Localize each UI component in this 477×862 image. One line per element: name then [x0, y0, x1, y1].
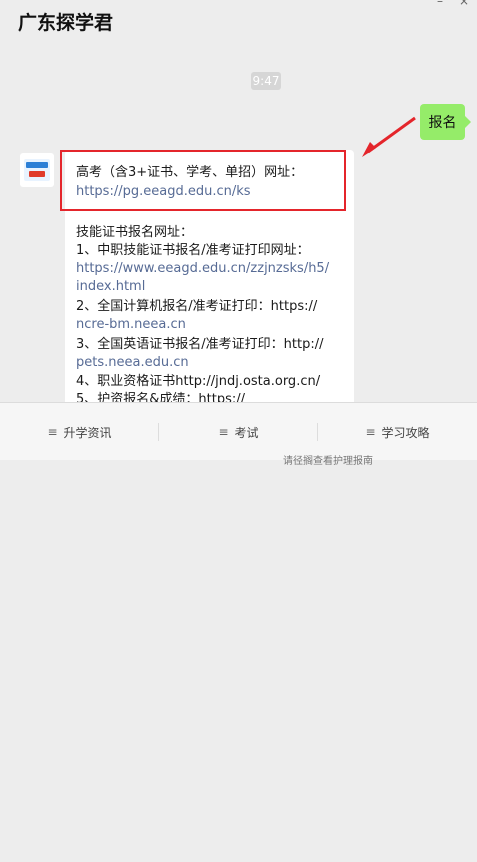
brand-logo-icon	[24, 159, 50, 181]
tab-label: 考试	[234, 425, 259, 440]
chat-header: 广东探学君	[0, 0, 477, 40]
message-link[interactable]: https://www.eeagd.edu.cn/zzjnzsks/h5/	[76, 260, 329, 278]
message-line: 3、全国英语证书报名/准考证打印：http://	[76, 337, 324, 352]
menu-tab-admission-info[interactable]: ≡ 升学资讯	[0, 417, 159, 447]
menu-icon: ≡	[365, 425, 376, 439]
message-link[interactable]: https://pg.eeagd.edu.cn/ks	[76, 183, 251, 201]
message-line: 高考（含3+证书、学考、单招）网址：	[76, 165, 304, 180]
bottom-menu-bar: ≡ 升学资讯 ≡ 考试 ≡ 学习攻略	[0, 402, 477, 460]
message-link[interactable]: pets.neea.edu.cn	[76, 354, 189, 372]
message-line: 技能证书报名网址：	[76, 225, 194, 240]
user-message-bubble: 报名	[420, 104, 471, 140]
menu-icon: ≡	[218, 425, 229, 439]
pointer-arrow-icon	[362, 116, 416, 157]
menu-icon: ≡	[47, 425, 58, 439]
timestamp-badge: 9:47	[251, 72, 281, 90]
message-link[interactable]: index.html	[76, 278, 145, 296]
chat-title: 广东探学君	[18, 12, 114, 34]
message-line: 1、中职技能证书报名/准考证打印网址：	[76, 243, 310, 258]
footer-hint: 请径搁查看护理报南	[283, 456, 373, 467]
avatar[interactable]	[20, 153, 54, 187]
message-line: 2、全国计算机报名/准考证打印：https://	[76, 299, 318, 314]
user-message-text: 报名	[428, 115, 457, 131]
tab-label: 学习攻略	[381, 425, 430, 440]
close-icon[interactable]: ×	[459, 0, 469, 8]
minimize-icon[interactable]: –	[437, 0, 443, 8]
tab-label: 升学资讯	[63, 425, 112, 440]
message-link[interactable]: ncre-bm.neea.cn	[76, 316, 186, 334]
menu-tab-study-tips[interactable]: ≡ 学习攻略	[318, 417, 477, 447]
keyboard-icon[interactable]	[0, 805, 40, 862]
menu-tab-exams[interactable]: ≡ 考试	[159, 417, 318, 447]
window-controls: – ×	[437, 0, 469, 8]
message-line: 4、职业资格证书http://jndj.osta.org.cn/	[76, 374, 321, 389]
